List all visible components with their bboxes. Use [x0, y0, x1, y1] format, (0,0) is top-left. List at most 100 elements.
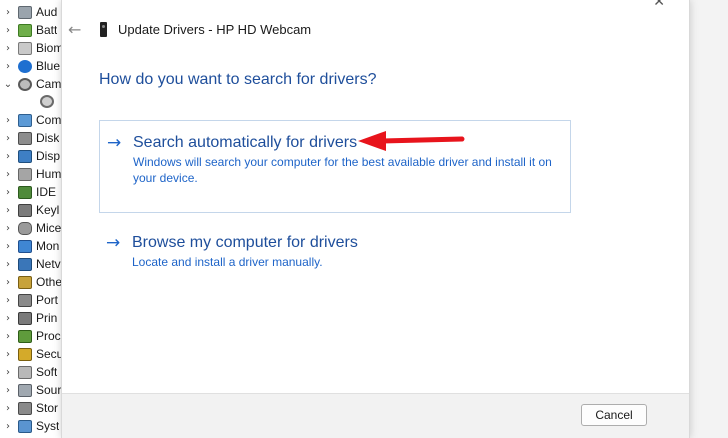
background-window-edge [688, 0, 728, 438]
red-annotation-arrow-icon [358, 131, 465, 151]
tree-item-label: Mice [36, 221, 62, 235]
search-question-heading: How do you want to search for drivers? [99, 71, 377, 88]
tree-item-label: Aud [36, 5, 58, 19]
tree-item-label: Soft [36, 365, 58, 379]
tree-item[interactable]: › Soft [0, 363, 64, 381]
tree-item[interactable]: › Aud [0, 3, 64, 21]
tree-item[interactable]: › Blue [0, 57, 64, 75]
tree-item[interactable]: › IDE [0, 183, 64, 201]
dialog-footer: Cancel [62, 393, 689, 438]
chevron-right-icon[interactable]: › [2, 133, 14, 144]
back-arrow-icon[interactable]: ← [68, 20, 84, 40]
tree-item[interactable]: › Hum [0, 165, 64, 183]
biometric-icon [18, 41, 32, 55]
tree-item-label: IDE [36, 185, 57, 199]
audio-icon [18, 5, 32, 19]
tree-item[interactable]: › Disk [0, 129, 64, 147]
chevron-right-icon[interactable]: › [2, 115, 14, 126]
tree-item-label: Mon [36, 239, 60, 253]
tree-item-label: Proc [36, 329, 61, 343]
other-devices-icon [18, 275, 32, 289]
tree-item-label: Syst [36, 419, 60, 433]
monitor-icon [18, 239, 32, 253]
tree-item[interactable]: › Syst [0, 417, 64, 435]
dialog-title: Update Drivers - HP HD Webcam [118, 22, 312, 37]
tree-item-label: Othe [36, 275, 63, 289]
camera-icon [18, 77, 32, 91]
tree-item[interactable]: › Com [0, 111, 64, 129]
tree-item[interactable]: › Mon [0, 237, 64, 255]
tree-item[interactable]: › Sour [0, 381, 64, 399]
chevron-right-icon[interactable]: › [2, 241, 14, 252]
chevron-right-icon[interactable]: › [2, 331, 14, 342]
security-icon [18, 347, 32, 361]
computer-icon [18, 113, 32, 127]
tree-item-label: Hum [36, 167, 62, 181]
tree-item-label: Port [36, 293, 59, 307]
tree-item-label: Biom [36, 41, 64, 55]
tree-item-label: Batt [36, 23, 58, 37]
tree-item[interactable]: › Batt [0, 21, 64, 39]
option-title: Browse my computer for drivers [132, 234, 358, 251]
chevron-right-icon[interactable]: › [2, 295, 14, 306]
tree-item[interactable]: › Netv [0, 255, 64, 273]
tree-item[interactable]: › Othe [0, 273, 64, 291]
bluetooth-icon [18, 59, 32, 73]
tree-item[interactable]: › Secu [0, 345, 64, 363]
sound-icon [18, 383, 32, 397]
chevron-right-icon[interactable]: › [2, 61, 14, 72]
printer-icon [18, 311, 32, 325]
chevron-right-icon[interactable]: › [2, 385, 14, 396]
tree-item[interactable]: › Biom [0, 39, 64, 57]
chevron-right-icon[interactable]: › [2, 7, 14, 18]
chevron-right-icon[interactable]: › [2, 25, 14, 36]
mouse-icon [18, 221, 32, 235]
tree-item[interactable]: › Stor [0, 399, 64, 417]
chevron-right-icon[interactable]: › [2, 187, 14, 198]
tree-item-label: Prin [36, 311, 58, 325]
browse-computer-option[interactable]: → Browse my computer for drivers Locate … [99, 232, 571, 278]
chevron-right-icon[interactable]: › [2, 223, 14, 234]
chevron-right-icon[interactable]: › [2, 421, 14, 432]
close-icon[interactable]: ✕ [653, 0, 665, 10]
processor-icon [18, 329, 32, 343]
tree-item[interactable]: › Keyl [0, 201, 64, 219]
keyboard-icon [18, 203, 32, 217]
chevron-right-icon[interactable]: › [2, 259, 14, 270]
tree-item-label: Cam [36, 77, 62, 91]
tree-item[interactable] [0, 92, 64, 110]
chevron-right-icon[interactable]: › [2, 151, 14, 162]
chevron-right-icon[interactable]: › [2, 367, 14, 378]
tree-item[interactable]: › Port [0, 291, 64, 309]
chevron-right-icon[interactable]: › [2, 205, 14, 216]
tree-item[interactable]: › Proc [0, 327, 64, 345]
tree-item[interactable]: › Prin [0, 309, 64, 327]
tree-item-label: Blue [36, 59, 61, 73]
chevron-right-icon[interactable]: › [2, 403, 14, 414]
chevron-right-icon[interactable]: › [2, 43, 14, 54]
device-tree: › Aud › Batt › Biom › Blue ⌄ Cam › Com › Disk › Disp › Hu… [0, 0, 64, 438]
chevron-right-icon[interactable]: › [2, 169, 14, 180]
disk-icon [18, 131, 32, 145]
chevron-right-icon[interactable]: › [2, 349, 14, 360]
hid-icon [18, 167, 32, 181]
tree-item[interactable]: › Mice [0, 219, 64, 237]
option-description: Windows will search your computer for th… [133, 155, 552, 185]
chevron-right-icon[interactable]: › [2, 277, 14, 288]
tree-item[interactable]: › Disp [0, 147, 64, 165]
tree-item[interactable]: ⌄ Cam [0, 75, 64, 93]
ide-icon [18, 185, 32, 199]
battery-icon [18, 23, 32, 37]
tree-item-label: Stor [36, 401, 59, 415]
search-automatically-option[interactable]: → Search automatically for drivers Windo… [99, 120, 571, 213]
display-icon [18, 149, 32, 163]
tree-item-label: Com [36, 113, 62, 127]
tree-item-label: Disk [36, 131, 60, 145]
option-title: Search automatically for drivers [133, 134, 358, 151]
cancel-button[interactable]: Cancel [581, 404, 647, 426]
system-icon [18, 419, 32, 433]
chevron-right-icon[interactable]: › [2, 313, 14, 324]
tree-item-label: Sour [36, 383, 62, 397]
chevron-down-icon[interactable]: ⌄ [2, 79, 14, 90]
network-icon [18, 257, 32, 271]
